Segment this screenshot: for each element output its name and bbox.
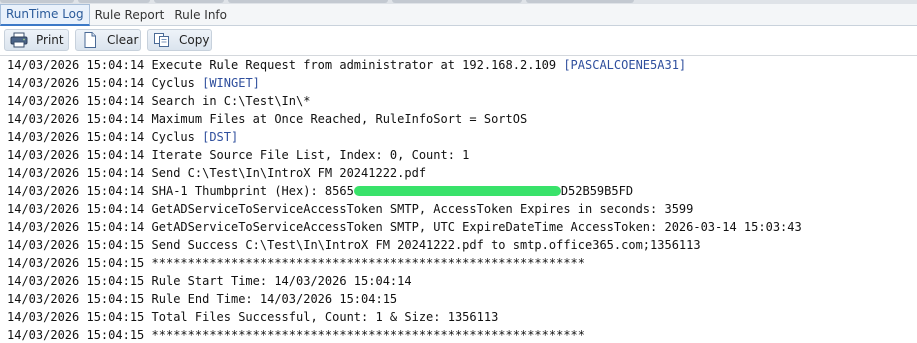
print-button[interactable]: Print [4,29,69,51]
log-line: 14/03/2026 15:04:14 Cyclus [WINGET] [7,76,260,90]
log-line: 14/03/2026 15:04:15 Total Files Successf… [7,310,499,324]
toolbar: Print Clear Copy [0,26,917,56]
log-line: 14/03/2026 15:04:14 Send C:\Test\In\Intr… [7,166,427,180]
log-line: 14/03/2026 15:04:14 Maximum Files at Onc… [7,112,528,126]
clear-button[interactable]: Clear [75,29,141,51]
copy-label: Copy [179,33,210,47]
log-line: 14/03/2026 15:04:14 Execute Rule Request… [7,58,687,72]
tab-bar: RunTime Log Rule Report Rule Info [0,4,917,26]
log-line: 14/03/2026 15:04:14 GetADServiceToServic… [7,202,694,216]
log-line: 14/03/2026 15:04:15 Send Success C:\Test… [7,238,701,252]
clear-label: Clear [107,33,139,47]
log-line: 14/03/2026 15:04:14 Cyclus [DST] [7,130,239,144]
tab-runtime-log[interactable]: RunTime Log [0,4,90,26]
copy-icon [153,32,171,48]
printer-icon [10,32,28,48]
tab-rule-report[interactable]: Rule Report [90,5,170,25]
log-line: 14/03/2026 15:04:15 ********************… [7,328,585,342]
tab-rule-info[interactable]: Rule Info [169,5,232,25]
copy-button[interactable]: Copy [147,29,212,51]
log-line: 14/03/2026 15:04:14 Search in C:\Test\In… [7,94,311,108]
print-label: Print [36,33,64,47]
log-line: 14/03/2026 15:04:15 ********************… [7,256,585,270]
redaction-mark [353,185,561,196]
log-line: 14/03/2026 15:04:14 Iterate Source File … [7,148,470,162]
log-line: 14/03/2026 15:04:14 SHA-1 Thumbprint (He… [7,184,634,198]
runtime-log-panel[interactable]: 14/03/2026 15:04:14 Execute Rule Request… [0,56,917,343]
log-line: 14/03/2026 15:04:15 Rule End Time: 14/03… [7,292,398,306]
log-line: 14/03/2026 15:04:14 GetADServiceToServic… [7,220,802,234]
log-line: 14/03/2026 15:04:15 Rule Start Time: 14/… [7,274,412,288]
blank-document-icon [81,32,99,48]
